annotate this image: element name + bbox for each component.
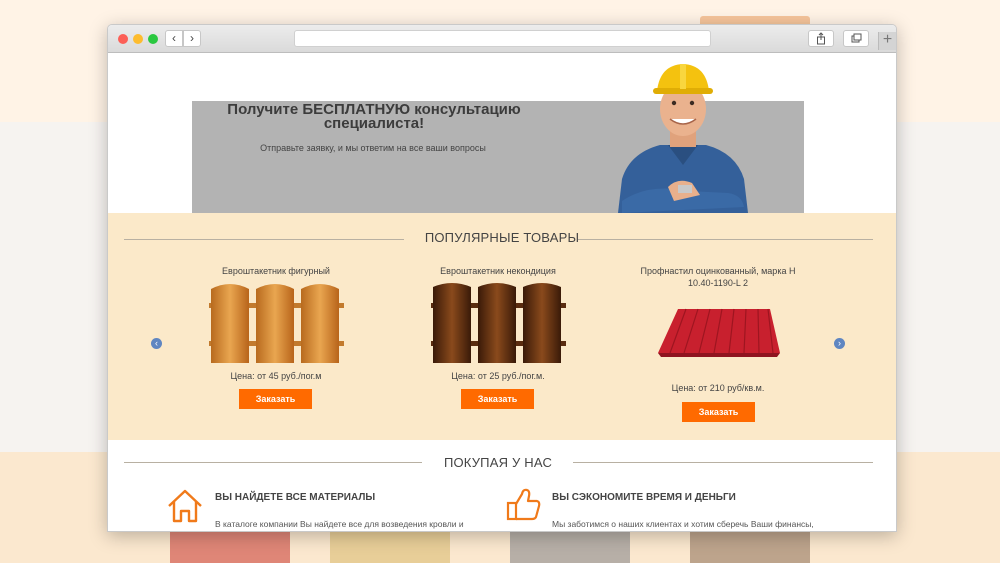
hero-title: Получите БЕСПЛАТНУЮ консультацию специал… bbox=[227, 101, 521, 132]
euro-picket-fence-image[interactable] bbox=[209, 279, 344, 363]
section-divider bbox=[578, 239, 873, 240]
product-price: Цена: от 25 руб./пог.м. bbox=[451, 371, 545, 381]
popular-heading: ПОПУЛЯРНЫЕ ТОВАРЫ bbox=[424, 230, 580, 245]
zoom-window-button[interactable] bbox=[148, 34, 158, 44]
feature-text: Мы заботимся о наших клиентах и хотим сб… bbox=[552, 519, 814, 529]
share-button[interactable] bbox=[808, 30, 834, 47]
product-card: Евроштакетник некондиция Цена: от 25 руб… bbox=[408, 265, 588, 440]
feature-title: ВЫ СЭКОНОМИТЕ ВРЕМЯ И ДЕНЬГИ bbox=[552, 492, 736, 503]
feature-text: В каталоге компании Вы найдете все для в… bbox=[215, 519, 464, 529]
chevron-right-icon: › bbox=[838, 338, 841, 348]
order-button[interactable]: Заказать bbox=[239, 389, 312, 409]
popular-products-section: ПОПУЛЯРНЫЕ ТОВАРЫ ‹ › Евроштакетник фигу… bbox=[108, 213, 896, 440]
product-card: Профнастил оцинкованный, марка Н 10.40-1… bbox=[628, 265, 808, 440]
euro-picket-seconds-image[interactable] bbox=[431, 279, 566, 363]
buying-heading: ПОКУПАЯ У НАС bbox=[443, 455, 553, 470]
order-button[interactable]: Заказать bbox=[682, 402, 755, 422]
corrugated-sheet-image[interactable] bbox=[656, 305, 782, 361]
hero-subtitle: Отправьте заявку, и мы ответим на все ва… bbox=[260, 143, 486, 153]
feature-title: ВЫ НАЙДЕТЕ ВСЕ МАТЕРИАЛЫ bbox=[215, 492, 376, 503]
page-viewport: Получите БЕСПЛАТНУЮ консультацию специал… bbox=[108, 53, 896, 531]
background-tile bbox=[170, 528, 290, 563]
browser-window: ‹ › + Получите БЕСПЛАТНУЮ консультацию с… bbox=[107, 24, 897, 532]
house-icon bbox=[168, 489, 202, 523]
tabs-icon bbox=[851, 33, 862, 43]
product-card: Евроштакетник фигурный Цена: от 45 руб./… bbox=[186, 265, 366, 440]
background-tile bbox=[330, 528, 450, 563]
section-divider bbox=[124, 462, 422, 463]
close-window-button[interactable] bbox=[118, 34, 128, 44]
section-divider bbox=[573, 462, 873, 463]
new-tab-button[interactable]: + bbox=[878, 32, 896, 50]
minimize-window-button[interactable] bbox=[133, 34, 143, 44]
worker-photo bbox=[618, 64, 748, 213]
carousel-prev-button[interactable]: ‹ bbox=[151, 338, 162, 349]
chevron-left-icon: ‹ bbox=[172, 31, 176, 45]
background-tile bbox=[510, 528, 630, 563]
plus-icon: + bbox=[882, 31, 893, 48]
section-divider bbox=[124, 239, 404, 240]
product-price: Цена: от 210 руб/кв.м. bbox=[671, 383, 765, 393]
back-button[interactable]: ‹ bbox=[165, 30, 183, 47]
chevron-right-icon: › bbox=[190, 31, 194, 45]
product-name: Профнастил оцинкованный, марка Н 10.40-1… bbox=[640, 266, 796, 288]
chevron-left-icon: ‹ bbox=[155, 338, 158, 348]
carousel-next-button[interactable]: › bbox=[834, 338, 845, 349]
share-icon bbox=[817, 32, 825, 45]
thumbs-up-icon bbox=[506, 488, 541, 521]
hero-section: Получите БЕСПЛАТНУЮ консультацию специал… bbox=[108, 53, 896, 213]
forward-button[interactable]: › bbox=[183, 30, 201, 47]
buying-from-us-section: ПОКУПАЯ У НАС ВЫ НАЙДЕТЕ ВСЕ МАТЕРИАЛЫ В… bbox=[108, 440, 896, 531]
product-price: Цена: от 45 руб./пог.м bbox=[230, 371, 322, 381]
address-bar[interactable] bbox=[294, 30, 711, 47]
background-tile bbox=[690, 528, 810, 563]
browser-toolbar: ‹ › + bbox=[108, 25, 896, 53]
tabs-overview-button[interactable] bbox=[843, 30, 869, 47]
order-button[interactable]: Заказать bbox=[461, 389, 534, 409]
